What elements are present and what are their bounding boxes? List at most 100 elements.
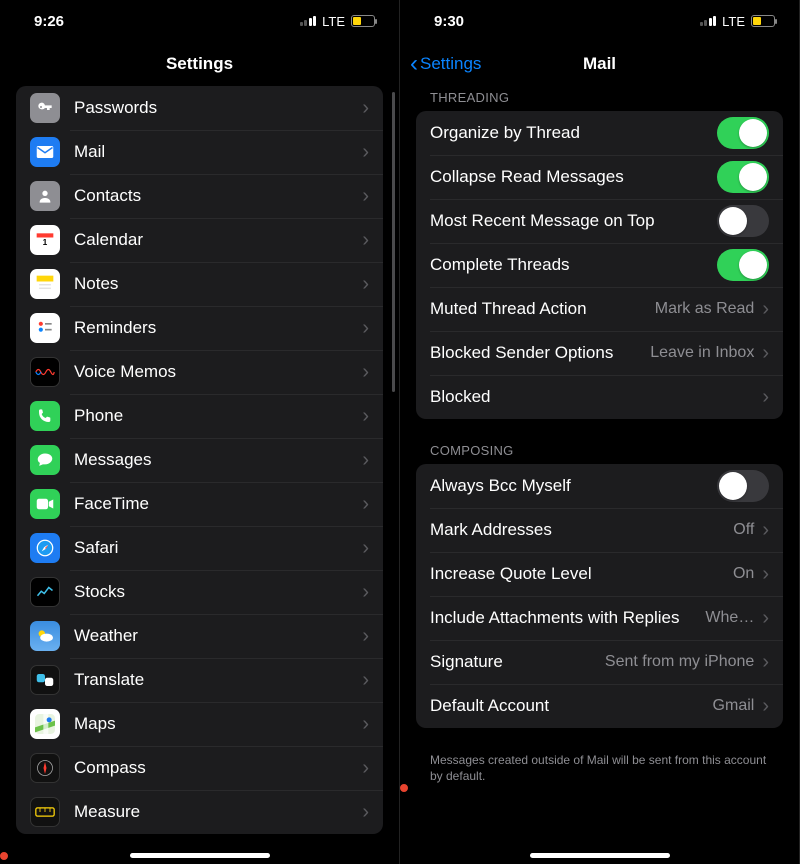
calendar-icon: 1 xyxy=(30,225,60,255)
row-markaddr[interactable]: Mark AddressesOff› xyxy=(416,508,783,552)
row-value: Whe… xyxy=(705,609,754,627)
chevron-right-icon: › xyxy=(362,802,369,822)
settings-row-passwords[interactable]: Passwords› xyxy=(16,86,383,130)
row-label: Measure xyxy=(74,802,354,822)
passwords-icon xyxy=(30,93,60,123)
row-label: Increase Quote Level xyxy=(430,564,725,584)
stocks-icon xyxy=(30,577,60,607)
chevron-right-icon: › xyxy=(362,406,369,426)
row-muted[interactable]: Muted Thread ActionMark as Read› xyxy=(416,287,783,331)
settings-row-reminders[interactable]: Reminders› xyxy=(16,306,383,350)
row-label: Notes xyxy=(74,274,354,294)
nav-header: Settings xyxy=(0,42,399,86)
chevron-right-icon: › xyxy=(762,652,769,672)
chevron-right-icon: › xyxy=(362,362,369,382)
back-button[interactable]: ‹ Settings xyxy=(410,42,481,86)
settings-row-safari[interactable]: Safari› xyxy=(16,526,383,570)
row-label: Collapse Read Messages xyxy=(430,167,717,187)
settings-row-calendar[interactable]: 1Calendar› xyxy=(16,218,383,262)
row-label: Translate xyxy=(74,670,354,690)
row-organize[interactable]: Organize by Thread xyxy=(416,111,783,155)
weather-icon xyxy=(30,621,60,651)
settings-row-weather[interactable]: Weather› xyxy=(16,614,383,658)
settings-row-notes[interactable]: Notes› xyxy=(16,262,383,306)
row-collapse[interactable]: Collapse Read Messages xyxy=(416,155,783,199)
status-bar: 9:26 LTE xyxy=(0,0,399,42)
nav-header: ‹ Settings Mail xyxy=(400,42,799,86)
row-recenttop[interactable]: Most Recent Message on Top xyxy=(416,199,783,243)
row-label: Reminders xyxy=(74,318,354,338)
highlight-blocked xyxy=(400,784,408,792)
row-label: Voice Memos xyxy=(74,362,354,382)
row-blocked[interactable]: Blocked › xyxy=(416,375,783,419)
settings-row-translate[interactable]: Translate › xyxy=(16,658,383,702)
settings-row-mail[interactable]: Mail › xyxy=(16,130,383,174)
row-quote[interactable]: Increase Quote LevelOn› xyxy=(416,552,783,596)
settings-row-phone[interactable]: Phone› xyxy=(16,394,383,438)
row-label: Blocked xyxy=(430,387,754,407)
row-label: Weather xyxy=(74,626,354,646)
row-label: Mail xyxy=(74,142,354,162)
row-blockedopt[interactable]: Blocked Sender OptionsLeave in Inbox› xyxy=(416,331,783,375)
toggle-collapse[interactable] xyxy=(717,161,769,193)
chevron-right-icon: › xyxy=(362,714,369,734)
row-value: Mark as Read xyxy=(655,300,755,318)
phone-left: 9:26 LTE Settings Passwords›Mail›Contact… xyxy=(0,0,400,864)
notes-icon xyxy=(30,269,60,299)
row-attach[interactable]: Include Attachments with RepliesWhe…› xyxy=(416,596,783,640)
chevron-right-icon: › xyxy=(362,670,369,690)
section-header-composing: COMPOSING xyxy=(400,437,799,464)
threading-group: Organize by Thread Collapse Read Messages… xyxy=(416,111,783,419)
row-complete[interactable]: Complete Threads xyxy=(416,243,783,287)
section-footer-composing: Messages created outside of Mail will be… xyxy=(400,746,799,784)
row-label: Messages xyxy=(74,450,354,470)
settings-row-voicememos[interactable]: Voice Memos › xyxy=(16,350,383,394)
row-label: Organize by Thread xyxy=(430,123,717,143)
row-value: Sent from my iPhone xyxy=(605,653,754,671)
mail-settings-scroll[interactable]: THREADING Organize by ThreadCollapse Rea… xyxy=(400,86,799,864)
row-value: Leave in Inbox xyxy=(650,344,754,362)
row-sig[interactable]: Signature Sent from my iPhone › xyxy=(416,640,783,684)
row-defacct[interactable]: Default AccountGmail› xyxy=(416,684,783,728)
toggle-organize[interactable] xyxy=(717,117,769,149)
chevron-right-icon: › xyxy=(762,387,769,407)
phone-right: 9:30 LTE ‹ Settings Mail THREADING Organ… xyxy=(400,0,800,864)
row-label: Compass xyxy=(74,758,354,778)
signal-icon xyxy=(700,16,717,26)
chevron-right-icon: › xyxy=(362,142,369,162)
toggle-complete[interactable] xyxy=(717,249,769,281)
status-bar: 9:30 LTE xyxy=(400,0,799,42)
settings-row-messages[interactable]: Messages › xyxy=(16,438,383,482)
chevron-right-icon: › xyxy=(362,538,369,558)
page-title: Mail xyxy=(583,54,616,74)
settings-row-maps[interactable]: Maps› xyxy=(16,702,383,746)
chevron-right-icon: › xyxy=(762,299,769,319)
row-label: Blocked Sender Options xyxy=(430,343,642,363)
settings-list-scroll[interactable]: Passwords›Mail›Contacts›1Calendar›Notes›… xyxy=(0,86,399,864)
composing-group: Always Bcc MyselfMark AddressesOff›Incre… xyxy=(416,464,783,728)
settings-list: Passwords›Mail›Contacts›1Calendar›Notes›… xyxy=(16,86,383,834)
reminders-icon xyxy=(30,313,60,343)
phone-icon xyxy=(30,401,60,431)
toggle-bcc[interactable] xyxy=(717,470,769,502)
settings-row-compass[interactable]: Compass› xyxy=(16,746,383,790)
home-indicator[interactable] xyxy=(130,853,270,858)
settings-row-facetime[interactable]: FaceTime› xyxy=(16,482,383,526)
chevron-right-icon: › xyxy=(362,582,369,602)
chevron-right-icon: › xyxy=(362,186,369,206)
settings-row-contacts[interactable]: Contacts› xyxy=(16,174,383,218)
chevron-right-icon: › xyxy=(762,696,769,716)
chevron-right-icon: › xyxy=(362,230,369,250)
home-indicator[interactable] xyxy=(530,853,670,858)
toggle-recenttop[interactable] xyxy=(717,205,769,237)
row-label: Signature xyxy=(430,652,597,672)
settings-row-measure[interactable]: Measure › xyxy=(16,790,383,834)
row-bcc[interactable]: Always Bcc Myself xyxy=(416,464,783,508)
signal-icon xyxy=(300,16,317,26)
settings-row-stocks[interactable]: Stocks › xyxy=(16,570,383,614)
translate-icon xyxy=(30,665,60,695)
row-label: Stocks xyxy=(74,582,354,602)
measure-icon xyxy=(30,797,60,827)
svg-text:1: 1 xyxy=(43,237,48,247)
chevron-right-icon: › xyxy=(362,450,369,470)
